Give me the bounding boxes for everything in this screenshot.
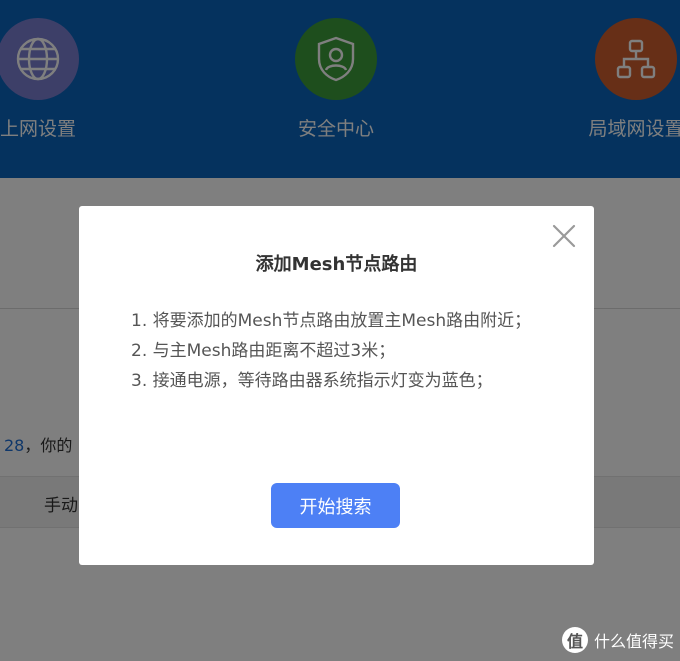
dialog-title: 添加Mesh节点路由	[255, 254, 418, 275]
instruction-line: 1. 将要添加的Mesh节点路由放置主Mesh路由附近；	[131, 311, 532, 331]
instruction-line: 3. 接通电源，等待路由器系统指示灯变为蓝色；	[131, 371, 493, 391]
add-mesh-node-dialog: 添加Mesh节点路由 1. 将要添加的Mesh节点路由放置主Mesh路由附近； …	[79, 206, 594, 565]
watermark-text: 什么值得买	[593, 632, 674, 651]
instruction-line: 2. 与主Mesh路由距离不超过3米；	[131, 341, 396, 361]
watermark-logo-icon: 值	[561, 627, 588, 653]
dialog-instructions: 1. 将要添加的Mesh节点路由放置主Mesh路由附近； 2. 与主Mesh路由…	[131, 306, 541, 396]
close-icon[interactable]	[550, 222, 578, 250]
watermark: 值 什么值得买	[561, 627, 674, 653]
start-search-button[interactable]: 开始搜索	[271, 483, 400, 528]
